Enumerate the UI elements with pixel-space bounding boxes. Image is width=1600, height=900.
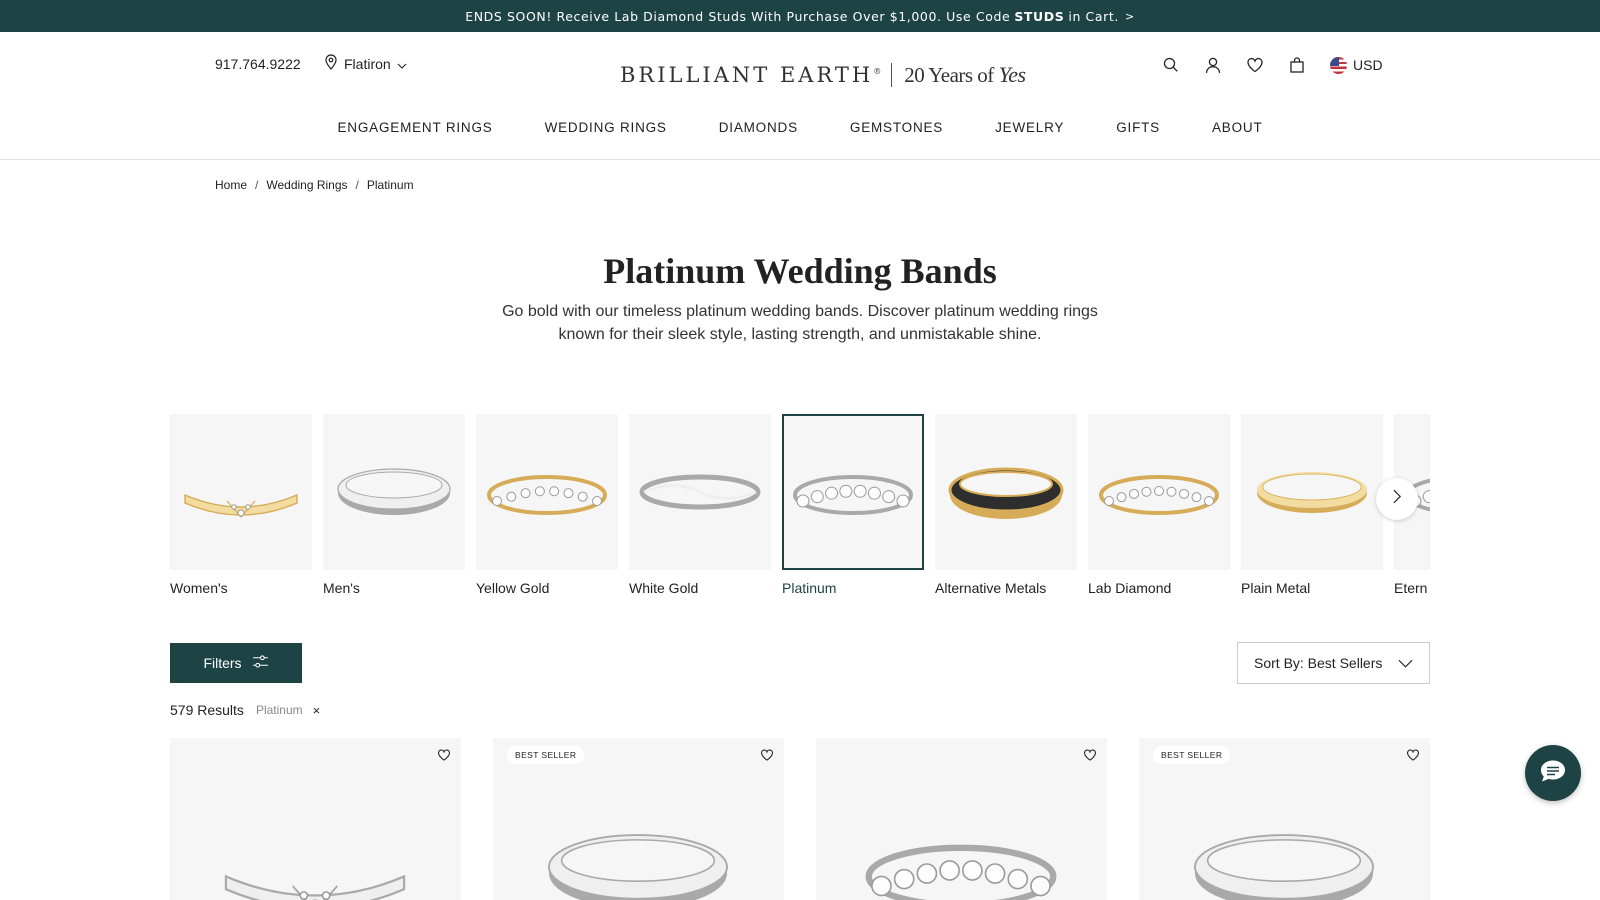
heart-icon[interactable] bbox=[1244, 54, 1266, 76]
header-actions: USD bbox=[1160, 54, 1383, 76]
page-title: Platinum Wedding Bands bbox=[603, 251, 997, 291]
wishlist-heart-icon[interactable] bbox=[437, 748, 451, 762]
store-name: Flatiron bbox=[344, 55, 391, 72]
product-image bbox=[1179, 816, 1389, 900]
breadcrumb-separator: / bbox=[355, 178, 359, 192]
chevron-down-icon bbox=[1398, 655, 1413, 671]
location-pin-icon bbox=[324, 54, 338, 73]
category-label: Etern bbox=[1394, 580, 1428, 594]
logo-tagline: 20 Years of Yes bbox=[904, 62, 1026, 87]
category-tile[interactable]: White Gold bbox=[629, 414, 773, 594]
category-image bbox=[629, 414, 771, 570]
category-image bbox=[170, 414, 312, 570]
breadcrumb: Home / Wedding Rings / Platinum bbox=[215, 178, 414, 192]
category-label: Lab Diamond bbox=[1088, 580, 1172, 594]
page-description: Go bold with our timeless platinum weddi… bbox=[502, 303, 1098, 343]
filters-label: Filters bbox=[203, 655, 242, 671]
breadcrumb-separator: / bbox=[255, 178, 259, 192]
brand-logo[interactable]: BRILLIANT EARTH® 20 Years of Yes bbox=[620, 62, 1026, 88]
search-icon[interactable] bbox=[1160, 54, 1182, 76]
promo-arrow: > bbox=[1124, 9, 1135, 23]
category-image bbox=[782, 414, 924, 570]
category-label: Alternative Metals bbox=[935, 580, 1047, 594]
category-image bbox=[1088, 414, 1230, 570]
category-tile[interactable]: Lab Diamond bbox=[1088, 414, 1232, 594]
promo-banner[interactable]: ENDS SOON! Receive Lab Diamond Studs Wit… bbox=[0, 0, 1600, 32]
category-image bbox=[323, 414, 465, 570]
category-label: Men's bbox=[323, 580, 360, 594]
wishlist-heart-icon[interactable] bbox=[1083, 748, 1097, 762]
category-label: Plain Metal bbox=[1241, 580, 1311, 594]
best-seller-badge: BEST SELLER bbox=[1153, 746, 1231, 764]
store-selector[interactable]: Flatiron bbox=[324, 54, 407, 73]
category-label: Yellow Gold bbox=[476, 580, 550, 594]
category-tile[interactable]: Alternative Metals bbox=[935, 414, 1079, 594]
nav-gemstones[interactable]: GEMSTONES bbox=[850, 120, 943, 135]
promo-text: ENDS SOON! Receive Lab Diamond Studs Wit… bbox=[465, 8, 1011, 24]
category-tile[interactable]: Yellow Gold bbox=[476, 414, 620, 594]
breadcrumb-wedding-rings[interactable]: Wedding Rings bbox=[266, 178, 347, 192]
sort-dropdown[interactable]: Sort By: Best Sellers bbox=[1237, 642, 1430, 684]
currency-code: USD bbox=[1353, 57, 1383, 73]
category-tile[interactable]: Men's bbox=[323, 414, 467, 594]
breadcrumb-current: Platinum bbox=[366, 178, 414, 192]
chevron-down-icon bbox=[397, 56, 407, 72]
bag-icon[interactable] bbox=[1286, 54, 1308, 76]
product-card[interactable]: BEST SELLER bbox=[493, 738, 784, 900]
category-label: Platinum bbox=[782, 580, 837, 594]
category-carousel: Women's Men's Yellow Gold White Gold Plati… bbox=[170, 414, 1430, 594]
currency-selector[interactable]: USD bbox=[1330, 56, 1383, 74]
product-image bbox=[533, 816, 743, 900]
promo-code: STUDS bbox=[1014, 8, 1065, 24]
product-image bbox=[210, 816, 420, 900]
site-header: 917.764.9222 Flatiron BRILLIANT EARTH® 2… bbox=[0, 32, 1600, 160]
carousel-next-button[interactable] bbox=[1376, 478, 1418, 520]
chat-icon bbox=[1538, 758, 1568, 789]
results-summary: 579 Results Platinum × bbox=[170, 702, 320, 718]
nav-wedding-rings[interactable]: WEDDING RINGS bbox=[545, 120, 667, 135]
category-label: Women's bbox=[170, 580, 228, 594]
category-image bbox=[1241, 414, 1383, 570]
chat-button[interactable] bbox=[1525, 745, 1581, 801]
nav-gifts[interactable]: GIFTS bbox=[1116, 120, 1160, 135]
wishlist-heart-icon[interactable] bbox=[760, 748, 774, 762]
phone-number[interactable]: 917.764.9222 bbox=[215, 56, 301, 72]
main-nav: ENGAGEMENT RINGS WEDDING RINGS DIAMONDS … bbox=[0, 120, 1600, 135]
product-image bbox=[856, 816, 1066, 900]
remove-filter-button[interactable]: × bbox=[313, 703, 321, 718]
category-tile[interactable]: Platinum bbox=[782, 414, 926, 594]
category-tile[interactable]: Women's bbox=[170, 414, 314, 594]
active-filter-chip: Platinum × bbox=[256, 703, 320, 718]
logo-divider bbox=[891, 63, 893, 87]
category-image bbox=[935, 414, 1077, 570]
filter-sliders-icon bbox=[252, 655, 269, 671]
product-card[interactable] bbox=[816, 738, 1107, 900]
promo-text-end: in Cart. bbox=[1068, 8, 1119, 24]
results-count: 579 Results bbox=[170, 702, 244, 718]
nav-engagement-rings[interactable]: ENGAGEMENT RINGS bbox=[338, 120, 493, 135]
us-flag-icon bbox=[1330, 56, 1347, 74]
category-tile[interactable]: Plain Metal bbox=[1241, 414, 1385, 594]
account-icon[interactable] bbox=[1202, 54, 1224, 76]
product-card[interactable] bbox=[170, 738, 461, 900]
sort-label: Sort By: Best Sellers bbox=[1254, 655, 1383, 671]
breadcrumb-home[interactable]: Home bbox=[215, 178, 247, 192]
category-image bbox=[476, 414, 618, 570]
product-card[interactable]: BEST SELLER bbox=[1139, 738, 1430, 900]
nav-diamonds[interactable]: DIAMONDS bbox=[719, 120, 798, 135]
nav-jewelry[interactable]: JEWELRY bbox=[995, 120, 1064, 135]
nav-about[interactable]: ABOUT bbox=[1212, 120, 1263, 135]
logo-wordmark: BRILLIANT EARTH® bbox=[620, 63, 882, 87]
active-filter-label: Platinum bbox=[255, 703, 303, 717]
wishlist-heart-icon[interactable] bbox=[1406, 748, 1420, 762]
chevron-right-icon bbox=[1392, 489, 1402, 509]
category-label: White Gold bbox=[629, 580, 699, 594]
filters-button[interactable]: Filters bbox=[170, 643, 302, 683]
best-seller-badge: BEST SELLER bbox=[507, 746, 585, 764]
